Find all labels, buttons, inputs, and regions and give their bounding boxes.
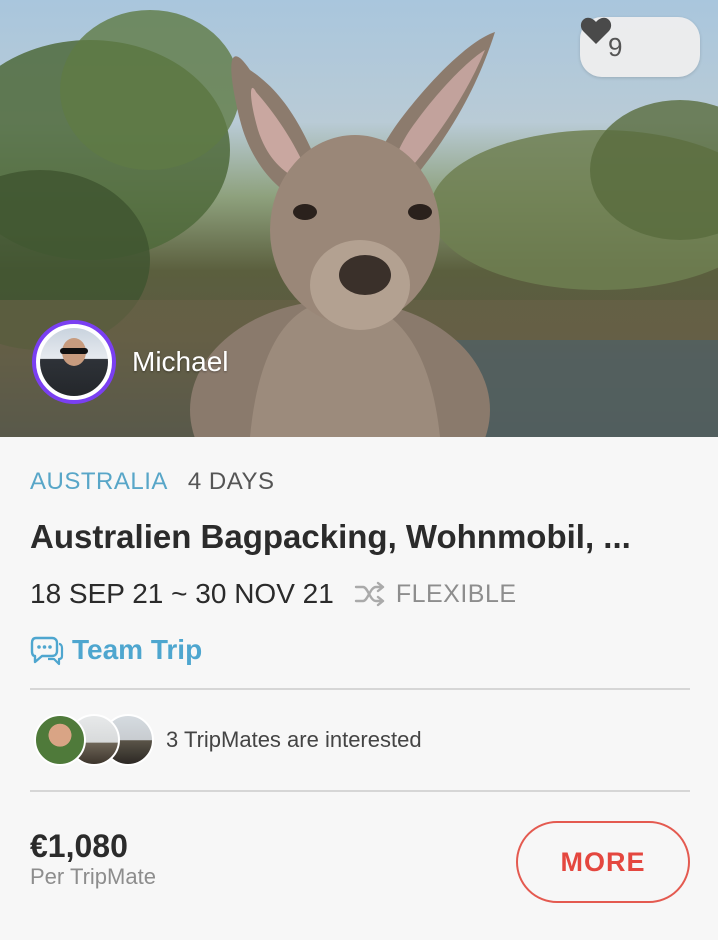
tripmate-avatar <box>34 714 86 766</box>
date-range: 18 SEP 21 ~ 30 NOV 21 <box>30 578 334 609</box>
price-per-label: Per TripMate <box>30 864 156 889</box>
trip-dates: 18 SEP 21 ~ 30 NOV 21 FLEXIBLE <box>30 578 517 610</box>
user-avatar-icon <box>40 328 108 396</box>
divider <box>30 790 690 792</box>
heart-icon <box>580 17 612 44</box>
trip-cover-image[interactable]: 9 Michael <box>0 0 718 437</box>
tripmates-interested[interactable]: 3 TripMates are interested <box>34 714 422 766</box>
trip-duration: 4 DAYS <box>187 468 275 495</box>
trip-meta: AUSTRALIA 4 DAYS <box>30 468 274 496</box>
team-trip-label: Team Trip <box>72 634 203 665</box>
more-button[interactable]: MORE <box>516 821 690 903</box>
flexible-label: FLEXIBLE <box>395 579 517 608</box>
host-info[interactable]: Michael <box>32 320 228 404</box>
trip-title[interactable]: Australien Bagpacking, Wohnmobil, ... <box>30 518 690 556</box>
chat-bubbles-icon <box>30 636 64 666</box>
trip-country[interactable]: AUSTRALIA <box>30 468 168 496</box>
like-button[interactable]: 9 <box>580 17 700 77</box>
trip-card[interactable]: 9 Michael AUSTRALIA 4 DAYS Australien Ba… <box>0 0 718 940</box>
trip-type: Team Trip <box>30 634 202 666</box>
host-avatar[interactable] <box>32 320 116 404</box>
shuffle-icon <box>354 581 385 607</box>
divider <box>30 688 690 690</box>
trip-price: €1,080 <box>30 828 128 864</box>
host-name[interactable]: Michael <box>132 346 228 378</box>
tripmates-text: 3 TripMates are interested <box>166 727 422 752</box>
